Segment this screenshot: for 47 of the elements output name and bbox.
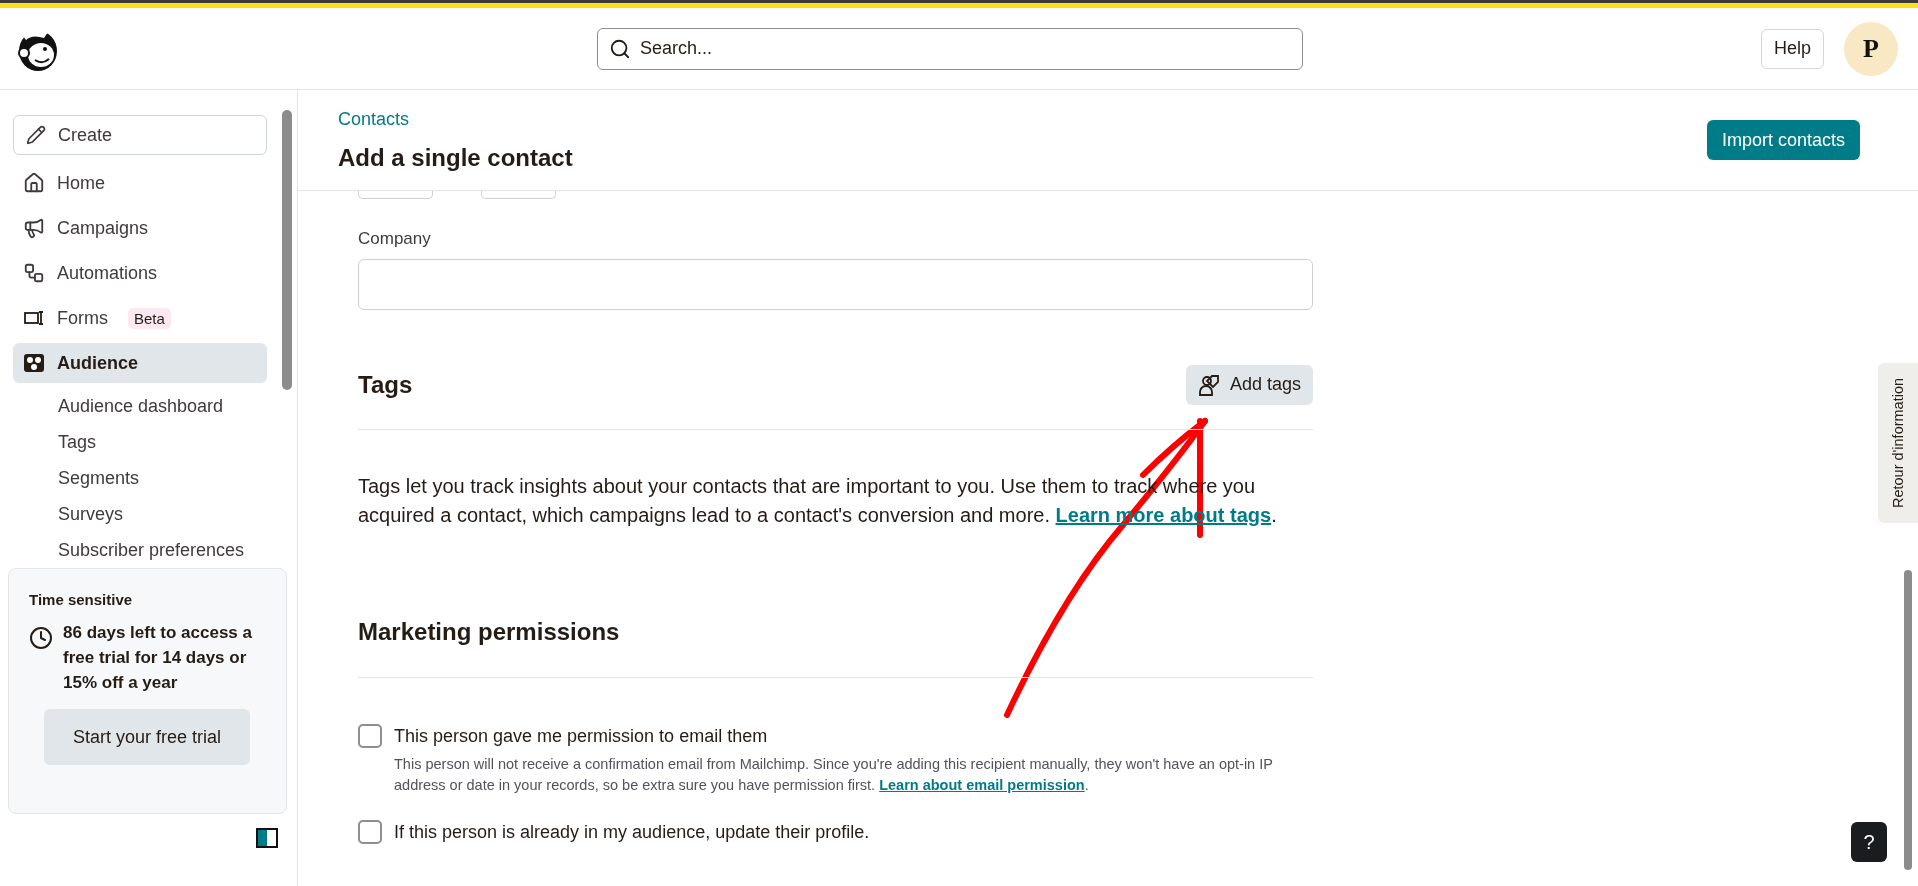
- people-icon: [23, 352, 45, 374]
- help-fab-button[interactable]: ?: [1851, 822, 1887, 862]
- person-tag-icon: [1197, 372, 1222, 397]
- nav-item[interactable]: Automations: [13, 253, 267, 293]
- trial-message: 86 days left to access a free trial for 14 days or 15% off a year: [63, 622, 253, 694]
- nav-item[interactable]: Campaigns: [13, 208, 267, 248]
- create-button[interactable]: Create: [13, 115, 267, 155]
- nav-item[interactable]: Forms Beta: [13, 298, 267, 338]
- trial-button[interactable]: Start your free trial: [44, 709, 250, 765]
- section-heading: Marketing permissions: [358, 617, 620, 646]
- workflow-icon: [23, 262, 45, 284]
- nav-item[interactable]: Audience: [13, 343, 267, 383]
- panel-toggle-icon[interactable]: [256, 828, 278, 848]
- feedback-tab[interactable]: Retour d'information: [1878, 363, 1918, 523]
- checkbox-label: This person gave me permission to email them: [394, 726, 768, 747]
- help-button[interactable]: Help: [1760, 28, 1824, 69]
- company-input-field[interactable]: [358, 259, 1313, 310]
- clock-icon: [29, 626, 53, 650]
- subnav-item[interactable]: Audience dashboard: [13, 388, 267, 424]
- subnav-item[interactable]: Surveys: [13, 496, 267, 532]
- add-tags-button[interactable]: Add tags: [1185, 364, 1313, 405]
- permission-note: This person will not receive a confirmation email from Mailchimp. Since you're adding this recipient manually, they won't have an opt-in IP address or date in your records, so be extra sure you have permission first. Learn about email permission.: [394, 755, 1274, 795]
- checkbox-label: If this person is already in my audience, update their profile.: [394, 822, 870, 843]
- subnav-item[interactable]: Subscriber preferences: [13, 532, 267, 568]
- search-icon: [609, 37, 631, 60]
- checkbox[interactable]: [358, 820, 382, 844]
- page-title: Add a single contact: [338, 143, 573, 172]
- field-label: Company: [358, 229, 432, 249]
- beta-badge: Beta: [128, 307, 171, 329]
- search-field[interactable]: Search...: [597, 27, 1303, 70]
- subnav-item[interactable]: Tags: [13, 424, 267, 460]
- input-field[interactable]: [358, 191, 433, 199]
- section-heading: Tags: [358, 370, 413, 399]
- megaphone-icon: [23, 217, 45, 239]
- avatar[interactable]: P: [1844, 21, 1898, 76]
- import-contacts-button[interactable]: Import contacts: [1706, 120, 1860, 160]
- nav-item[interactable]: Home: [13, 163, 267, 203]
- input-field[interactable]: [481, 191, 556, 199]
- breadcrumb-link[interactable]: Contacts: [338, 108, 573, 130]
- pencil-icon: [26, 125, 46, 145]
- email-permission-link[interactable]: Learn about email permission: [879, 777, 1085, 793]
- scrollbar-thumb[interactable]: [1904, 570, 1912, 870]
- subnav-item[interactable]: Segments: [13, 460, 267, 496]
- home-icon: [23, 172, 45, 194]
- scrollbar-thumb[interactable]: [282, 110, 292, 390]
- checkbox[interactable]: [358, 724, 382, 748]
- trial-eyebrow: Time sensitive: [29, 591, 134, 608]
